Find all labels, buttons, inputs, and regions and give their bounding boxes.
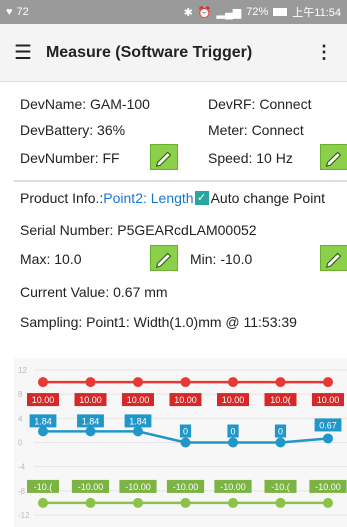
page-title: Measure (Software Trigger) xyxy=(45,43,253,61)
status-left-text: 72 xyxy=(16,6,29,18)
max-point xyxy=(85,377,96,388)
min-point xyxy=(180,497,191,508)
signal-icon: ▂▄▆ xyxy=(216,6,242,19)
max-data-label: 10.0( xyxy=(270,395,291,405)
pencil-icon xyxy=(325,252,342,268)
pencil-icon xyxy=(155,252,172,268)
value-data-label: 1.84 xyxy=(82,416,100,426)
max-point xyxy=(180,377,191,388)
product-point-link[interactable]: Point2: Length xyxy=(103,190,193,206)
pencil-icon xyxy=(325,151,342,167)
y-tick-label: -8 xyxy=(18,487,26,496)
value-data-label: 0 xyxy=(183,427,188,437)
dev-rf: DevRF: Connect xyxy=(208,96,312,112)
dev-number: DevNumber: FF xyxy=(20,150,120,166)
serial-number: Serial Number: P5GEARcdLAM00052 xyxy=(20,222,257,238)
min-data-label: -10.00 xyxy=(125,482,151,492)
y-tick-label: -4 xyxy=(18,463,26,472)
edit-dev-number-button[interactable] xyxy=(150,144,178,170)
speed: Speed: 10 Hz xyxy=(208,150,293,166)
min-data-label: -10.00 xyxy=(78,482,104,492)
value-point xyxy=(180,437,191,448)
product-info-row: Product Info.: Point2: Length ✓ Auto cha… xyxy=(20,190,325,206)
min-data-label: -10.00 xyxy=(315,482,341,492)
max-point xyxy=(323,377,333,388)
min-value: Min: -10.0 xyxy=(190,251,253,267)
bluetooth-icon: ✱ xyxy=(183,6,193,19)
value-data-label: 0 xyxy=(278,427,283,437)
value-data-label: 1.84 xyxy=(129,416,147,426)
max-data-label: 10.00 xyxy=(79,395,102,405)
max-point xyxy=(133,377,143,388)
value-data-label: 0 xyxy=(230,427,235,437)
value-point xyxy=(275,437,286,448)
min-data-label: -10.00 xyxy=(173,482,199,492)
sampling-info: Sampling: Point1: Width(1.0)mm @ 11:53:3… xyxy=(20,314,297,330)
min-data-label: -10.( xyxy=(34,482,53,492)
measurement-chart: 12 8 4 0 -4 -8 -12 10.00 10.00 10.00 10.00 10.00 10.… xyxy=(14,358,347,527)
app-bar: ☰ Measure (Software Trigger) ⋮ xyxy=(0,24,347,82)
meter-status: Meter: Connect xyxy=(208,122,304,138)
value-data-label: 1.84 xyxy=(34,416,52,426)
value-point xyxy=(323,433,333,444)
status-bar: ♥ 72 ✱ ⏰ ▂▄▆ 72% 上午11:54 xyxy=(0,0,347,24)
max-point xyxy=(275,377,286,388)
y-tick-label: 8 xyxy=(18,390,23,399)
edit-max-button[interactable] xyxy=(150,245,178,271)
edit-speed-button[interactable] xyxy=(320,144,347,170)
min-point xyxy=(323,497,333,508)
menu-icon[interactable]: ☰ xyxy=(14,40,32,65)
auto-change-label: Auto change Point xyxy=(210,190,325,206)
value-point xyxy=(228,437,238,448)
current-value: Current Value: 0.67 mm xyxy=(20,284,168,300)
y-tick-label: -12 xyxy=(18,511,30,520)
max-data-label: 10.00 xyxy=(174,395,197,405)
heart-icon: ♥ xyxy=(6,6,13,18)
max-data-label: 10.00 xyxy=(317,395,340,405)
max-value: Max: 10.0 xyxy=(20,251,82,267)
max-data-label: 10.00 xyxy=(127,395,150,405)
pencil-icon xyxy=(155,151,172,167)
dev-battery: DevBattery: 36% xyxy=(20,122,126,138)
y-tick-label: 0 xyxy=(18,439,23,448)
max-point xyxy=(228,377,238,388)
min-point xyxy=(133,497,143,508)
max-data-label: 10.00 xyxy=(32,395,55,405)
value-point xyxy=(38,426,48,437)
min-point xyxy=(38,497,48,508)
auto-change-checkbox[interactable]: ✓ xyxy=(194,191,209,205)
value-point xyxy=(85,426,96,437)
max-data-label: 10.00 xyxy=(222,395,245,405)
y-tick-label: 4 xyxy=(18,414,23,423)
min-data-label: -10.00 xyxy=(220,482,246,492)
more-options-icon[interactable]: ⋮ xyxy=(315,42,333,63)
clock: 上午11:54 xyxy=(292,7,341,19)
value-data-label: 0.67 xyxy=(319,420,337,430)
dev-name: DevName: GAM-100 xyxy=(20,96,150,112)
section-divider xyxy=(14,180,347,182)
product-info-label: Product Info.: xyxy=(20,190,104,206)
value-point xyxy=(133,426,143,437)
min-point xyxy=(275,497,286,508)
min-point xyxy=(228,497,238,508)
battery-percent: 72% xyxy=(246,6,269,18)
alarm-icon: ⏰ xyxy=(197,6,212,19)
edit-min-button[interactable] xyxy=(320,245,347,271)
max-point xyxy=(38,377,48,388)
chart-svg: 12 8 4 0 -4 -8 -12 10.00 10.00 10.00 10.00 10.00 10.… xyxy=(18,366,347,520)
min-point xyxy=(85,497,96,508)
min-data-label: -10.( xyxy=(271,482,290,492)
battery-icon xyxy=(273,8,288,16)
y-tick-label: 12 xyxy=(18,366,27,375)
